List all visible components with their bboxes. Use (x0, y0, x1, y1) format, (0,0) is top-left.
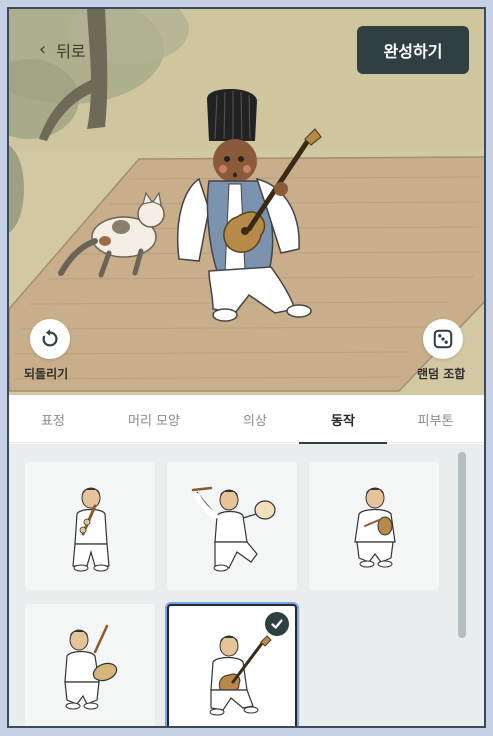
done-button[interactable]: 완성하기 (357, 26, 469, 74)
pose-card-small-drum[interactable] (309, 462, 439, 590)
pose-janggu-illustration (64, 624, 118, 710)
pose-card-flute[interactable] (25, 462, 155, 590)
chevron-left-icon: ‹ (39, 39, 47, 60)
random-combo-label: 랜덤 조합 (417, 367, 466, 381)
undo-label: 되돌리기 (24, 367, 69, 381)
pose-small-drum-illustration (354, 487, 396, 568)
tab-expression[interactable]: 표정 (9, 395, 97, 443)
scrollbar-thumb[interactable] (458, 452, 466, 638)
pose-card-hand-drum[interactable] (167, 462, 297, 590)
character-preview: ‹ 뒤로 완성하기 되돌리기 랜덤 조합 (9, 9, 484, 395)
rotate-ccw-icon (42, 329, 58, 347)
pose-flute-illustration (72, 487, 110, 572)
pose-grid (9, 444, 484, 726)
tab-skin-tone[interactable]: 피부톤 (387, 395, 484, 443)
tab-outfit[interactable]: 의상 (211, 395, 299, 443)
pose-card-guitar[interactable] (167, 604, 297, 726)
pose-card-janggu[interactable] (25, 604, 155, 726)
selected-check (265, 612, 289, 636)
category-tabs: 표정 머리 모양 의상 동작 피부톤 (9, 395, 484, 444)
undo-button[interactable] (30, 319, 70, 359)
tab-pose[interactable]: 동작 (299, 395, 387, 444)
dice-icon (433, 329, 453, 349)
tab-hairstyle[interactable]: 머리 모양 (97, 395, 211, 443)
random-combo-button[interactable] (423, 319, 463, 359)
checkmark-icon (271, 619, 283, 629)
back-label: 뒤로 (56, 42, 86, 61)
grid-scrollbar[interactable] (458, 444, 468, 726)
back-button[interactable]: ‹ 뒤로 (39, 37, 86, 63)
pose-hand-drum-illustration (191, 486, 276, 572)
app-frame: ‹ 뒤로 완성하기 되돌리기 랜덤 조합 표정 머리 모양 의상 동작 피부톤 (7, 7, 486, 728)
